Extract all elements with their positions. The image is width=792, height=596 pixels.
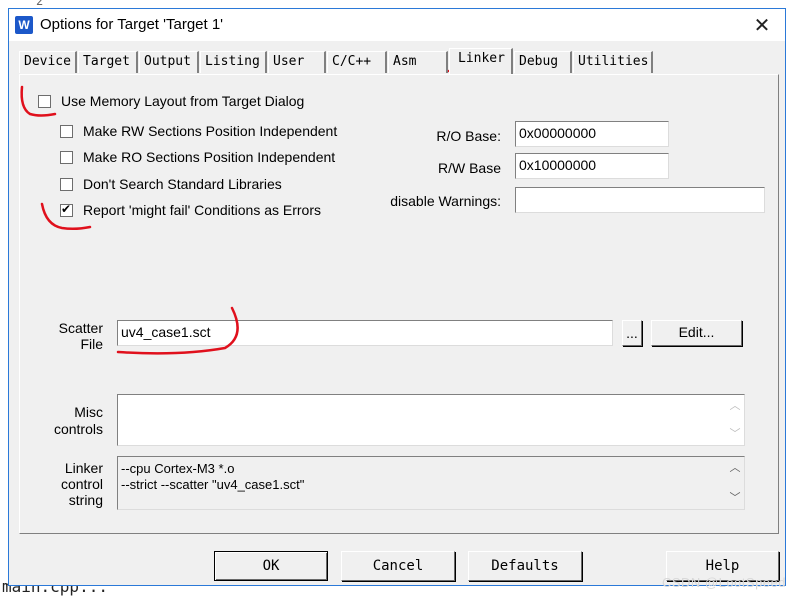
scroll-down-icon[interactable]: ﹀ [726, 489, 744, 507]
defaults-button[interactable]: Defaults [468, 551, 582, 581]
linker-control-line2: --strict --scatter "uv4_case1.sct" [121, 477, 305, 492]
use-memory-layout-label: Use Memory Layout from Target Dialog [61, 93, 305, 109]
cancel-button[interactable]: Cancel [341, 551, 455, 581]
tab-device[interactable]: Device [19, 51, 77, 73]
tab-debug[interactable]: Debug [514, 51, 572, 73]
dont-search-std-libs-label: Don't Search Standard Libraries [83, 176, 282, 192]
scatter-file-label: Scatter File [39, 320, 103, 352]
editor-line-number: 2 [36, 0, 44, 8]
dont-search-std-libs-option[interactable]: Don't Search Standard Libraries [60, 175, 282, 193]
report-might-fail-option[interactable]: Report 'might fail' Conditions as Errors [60, 201, 321, 219]
close-icon: ✕ [753, 13, 771, 37]
rw-position-independent-option[interactable]: Make RW Sections Position Independent [60, 122, 337, 140]
editor-background [0, 0, 8, 596]
scatter-file-input[interactable]: uv4_case1.sct [117, 320, 613, 346]
linker-control-string[interactable]: --cpu Cortex-M3 *.o --strict --scatter "… [117, 456, 745, 510]
rw-position-independent-checkbox[interactable] [60, 124, 73, 138]
tab-listing[interactable]: Listing [200, 51, 267, 73]
report-might-fail-checkbox[interactable] [60, 202, 73, 217]
ro-position-independent-checkbox[interactable] [60, 150, 73, 164]
report-might-fail-label: Report 'might fail' Conditions as Errors [83, 202, 321, 218]
csdn-watermark: CSDN @LootSpeed [661, 575, 786, 590]
ro-position-independent-label: Make RO Sections Position Independent [83, 149, 336, 165]
options-dialog: W Options for Target 'Target 1' ✕ Device… [8, 8, 786, 586]
edit-scatter-button[interactable]: Edit... [651, 320, 742, 346]
ro-base-label: R/O Base: [436, 128, 501, 144]
linker-control-scrollbar[interactable]: ︿ ﹀ [726, 457, 744, 509]
scroll-up-icon[interactable]: ︿ [726, 459, 744, 477]
tab-utilities[interactable]: Utilities [573, 51, 653, 73]
ro-position-independent-option[interactable]: Make RO Sections Position Independent [60, 148, 335, 166]
title-bar[interactable]: W Options for Target 'Target 1' ✕ [9, 9, 785, 41]
dont-search-std-libs-checkbox[interactable] [60, 177, 73, 191]
tab-cc[interactable]: C/C++ [327, 51, 387, 73]
scatter-file-label-line2: File [80, 336, 103, 352]
rw-base-input[interactable]: 0x10000000 [515, 153, 669, 179]
window-title: Options for Target 'Target 1' [40, 16, 224, 33]
tab-linker[interactable]: Linker [449, 48, 513, 74]
use-memory-layout-option[interactable]: Use Memory Layout from Target Dialog [38, 92, 304, 110]
disable-warnings-label: disable Warnings: [390, 193, 501, 209]
tab-output[interactable]: Output [139, 51, 199, 73]
misc-controls-label: Misc controls [39, 404, 103, 438]
disable-warnings-input[interactable] [515, 187, 765, 213]
linker-control-line1: --cpu Cortex-M3 *.o [121, 461, 235, 476]
linker-control-label-line1: Linker [64, 460, 103, 476]
linker-control-label-line3: string [68, 492, 103, 508]
browse-scatter-button[interactable]: ... [622, 320, 642, 346]
misc-controls-label-line1: Misc [74, 404, 103, 420]
tab-target[interactable]: Target [78, 51, 138, 73]
linker-control-label: Linker control string [39, 460, 103, 508]
use-memory-layout-checkbox[interactable] [38, 94, 51, 108]
misc-controls-input[interactable]: ︿ ﹀ [117, 394, 745, 446]
scroll-up-icon[interactable]: ︿ [726, 397, 744, 415]
tab-asm[interactable]: Asm [388, 51, 448, 73]
scroll-down-icon[interactable]: ﹀ [726, 425, 744, 443]
misc-controls-scrollbar[interactable]: ︿ ﹀ [726, 395, 744, 445]
misc-controls-label-line2: controls [53, 421, 103, 437]
rw-base-label: R/W Base [437, 160, 501, 176]
linker-control-label-line2: control [60, 476, 103, 492]
rw-position-independent-label: Make RW Sections Position Independent [83, 123, 338, 139]
uvision-icon: W [15, 16, 33, 34]
tab-user[interactable]: User [268, 51, 326, 73]
ok-button[interactable]: OK [214, 551, 328, 581]
ro-base-input[interactable]: 0x00000000 [515, 121, 669, 147]
scatter-file-label-line1: Scatter [58, 320, 103, 336]
close-button[interactable]: ✕ [739, 9, 785, 41]
